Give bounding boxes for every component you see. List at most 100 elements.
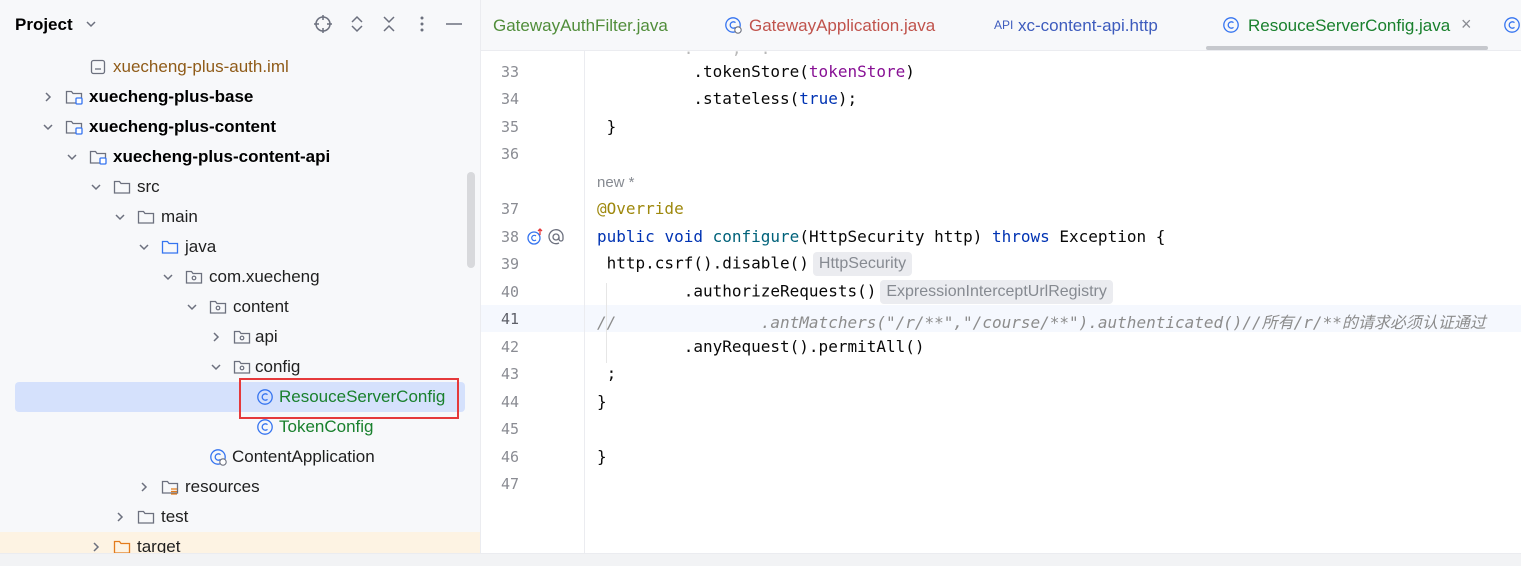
line-number: 46 [501, 448, 520, 466]
close-icon[interactable]: × [1461, 14, 1472, 35]
inlay-type-hint: HttpSecurity [812, 252, 913, 276]
folder-icon [137, 510, 155, 524]
line-number: 35 [501, 118, 520, 136]
chevron-right-icon[interactable] [41, 90, 55, 104]
package-icon [209, 300, 227, 314]
tree-item-label: content [233, 297, 289, 316]
implements-method-icon[interactable] [526, 228, 544, 246]
tree-item-src[interactable]: src [0, 172, 480, 202]
project-panel-header: Project [0, 0, 480, 50]
chevron-down-icon[interactable] [161, 270, 175, 284]
code-line-35: } [597, 117, 617, 136]
chevron-right-icon[interactable] [209, 330, 223, 344]
chevron-right-icon[interactable] [89, 540, 103, 554]
chevron-down-icon[interactable] [137, 240, 151, 254]
chevron-right-icon[interactable] [113, 510, 127, 524]
line-number: 44 [501, 393, 520, 411]
line-number: 33 [501, 63, 520, 81]
tree-item-api-package[interactable]: api [0, 322, 480, 352]
class-icon [1223, 17, 1239, 33]
tree-item-label: config [255, 357, 301, 376]
folder-icon [113, 180, 131, 194]
code-line-33: .tokenStore(tokenStore) [693, 62, 915, 81]
inlay-type-hint: ExpressionInterceptUrlRegistry [880, 280, 1113, 304]
tree-scrollbar[interactable] [467, 172, 475, 268]
tree-item-main[interactable]: main [0, 202, 480, 232]
resources-folder-icon [161, 480, 179, 495]
folder-icon [137, 210, 155, 224]
code-line-39: http.csrf().disable() HttpSecurity [597, 252, 913, 276]
tree-item-label: ContentApplication [232, 447, 375, 466]
project-panel: Project xuecheng-plus-auth.iml xuecheng-… [0, 0, 481, 565]
tree-item-content-package[interactable]: content [0, 292, 480, 322]
tree-item-java[interactable]: java [0, 232, 480, 262]
tree-item-label: xuecheng-plus-auth.iml [113, 57, 289, 76]
tree-item-resources[interactable]: resources [0, 472, 480, 502]
tree-item-test[interactable]: test [0, 502, 480, 532]
chevron-down-icon[interactable] [84, 17, 98, 31]
package-icon [233, 330, 251, 344]
tree-item-label: TokenConfig [279, 417, 374, 436]
active-tab-indicator [1206, 46, 1488, 50]
api-file-icon: API [994, 18, 1014, 32]
class-icon[interactable] [1503, 16, 1521, 34]
module-folder-icon [65, 90, 83, 105]
code-editor[interactable]: . , . 33 34 35 36 37 38 39 40 41 42 43 4… [481, 39, 1521, 553]
code-line-40: .authorizeRequests() ExpressionInterceptU… [597, 280, 1113, 304]
module-folder-icon [65, 120, 83, 135]
code-line-38: public void configure(HttpSecurity http)… [597, 227, 1166, 246]
hide-panel-icon[interactable] [444, 14, 464, 36]
highlight-annotation-box [239, 378, 459, 419]
line-number: 42 [501, 338, 520, 356]
more-options-icon[interactable] [412, 14, 432, 36]
tree-item-label: xuecheng-plus-base [89, 87, 254, 106]
tree-item-label: xuecheng-plus-content-api [113, 147, 331, 166]
code-line-37: @Override [597, 199, 684, 218]
line-number: 47 [501, 475, 520, 493]
tab-resouce-server-config[interactable]: ResouceServerConfig.java × [1206, 0, 1496, 50]
chevron-down-icon[interactable] [41, 120, 55, 134]
expand-all-icon[interactable] [347, 14, 367, 36]
code-line-34: .stateless(true); [693, 89, 858, 108]
file-icon [90, 59, 106, 75]
vcs-change-hint[interactable]: new * [597, 174, 635, 191]
code-line-44: } [597, 392, 607, 411]
line-number: 37 [501, 200, 520, 218]
line-number: 41 [501, 310, 520, 328]
code-line-42: .anyRequest().permitAll() [597, 337, 925, 356]
locate-icon[interactable] [313, 14, 333, 36]
tree-item-label: api [255, 327, 278, 346]
tree-item-label: resources [185, 477, 260, 496]
tree-item-com-xuecheng[interactable]: com.xuecheng [0, 262, 480, 292]
tab-label: GatewayAuthFilter.java [493, 16, 668, 35]
chevron-down-icon[interactable] [89, 180, 103, 194]
collapse-all-icon[interactable] [379, 14, 399, 36]
line-number: 45 [501, 420, 520, 438]
chevron-down-icon[interactable] [113, 210, 127, 224]
chevron-down-icon[interactable] [185, 300, 199, 314]
tree-item-content-api-module[interactable]: xuecheng-plus-content-api [0, 142, 480, 172]
chevron-down-icon[interactable] [65, 150, 79, 164]
annotation-icon[interactable] [547, 228, 565, 246]
tree-item-label: com.xuecheng [209, 267, 320, 286]
tab-xc-content-api-http[interactable]: API xc-content-api.http [976, 0, 1206, 50]
spring-class-icon [725, 17, 742, 34]
tree-item-content-module[interactable]: xuecheng-plus-content [0, 112, 480, 142]
package-icon [185, 270, 203, 284]
tree-item-label: test [161, 507, 189, 526]
project-panel-title[interactable]: Project [15, 15, 73, 35]
tree-item-label: src [137, 177, 160, 196]
tab-label: xc-content-api.http [1018, 16, 1158, 35]
line-number: 40 [501, 283, 520, 301]
tree-item-base-module[interactable]: xuecheng-plus-base [0, 82, 480, 112]
tree-item-content-application[interactable]: ContentApplication [0, 442, 480, 472]
module-folder-icon [89, 150, 107, 165]
chevron-down-icon[interactable] [209, 360, 223, 374]
tree-item-label: main [161, 207, 198, 226]
line-number: 36 [501, 145, 520, 163]
tree-item-auth-iml[interactable]: xuecheng-plus-auth.iml [0, 52, 480, 82]
chevron-right-icon[interactable] [137, 480, 151, 494]
gutter-divider [584, 51, 585, 553]
code-line-41: // .antMatchers("/r/**","/course/**").au… [597, 313, 1486, 332]
tree-item-label: java [185, 237, 217, 256]
